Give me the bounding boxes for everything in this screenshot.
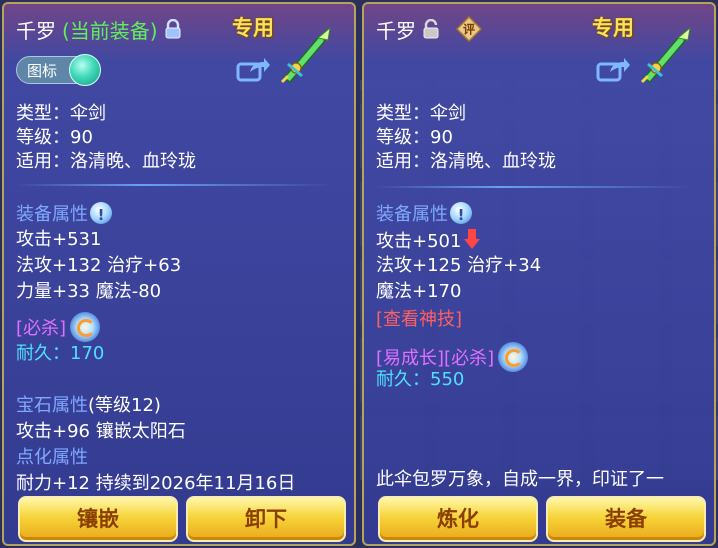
item-applicable: 适用：洛清晚、血玲珑 [16, 151, 196, 172]
item-title: 千罗 (当前装备) [16, 14, 182, 44]
gem-stat: 攻击+96 镶嵌太阳石 [16, 421, 186, 442]
gem-attr-title: 宝石属性 [16, 395, 88, 416]
exclusive-label: 专用 [592, 16, 634, 40]
attack-stat: 攻击+501 [376, 231, 462, 252]
stat-line-2: 法攻+132 治疗+63 [16, 255, 182, 276]
evaluate-icon[interactable]: 评 [455, 15, 483, 43]
weapon-icon [274, 24, 336, 86]
durability: 耐久：170 [16, 343, 105, 364]
share-icon[interactable] [236, 58, 270, 82]
svg-text:评: 评 [463, 23, 475, 37]
item-name: 千罗 [16, 18, 56, 43]
toggle-knob [69, 54, 101, 86]
item-type: 类型：伞剑 [376, 103, 466, 124]
gem-attr-section: 宝石属性(等级12) [16, 394, 161, 418]
equipped-status: (当前装备) [62, 18, 158, 43]
info-icon[interactable] [90, 202, 112, 227]
lock-icon[interactable] [164, 18, 182, 39]
gem-level: (等级12) [88, 395, 161, 416]
equip-attr-title: 装备属性 [376, 204, 448, 225]
durability: 耐久：550 [376, 369, 465, 390]
item-level: 等级：90 [376, 127, 453, 148]
inlay-button[interactable]: 镶嵌 [18, 496, 178, 542]
stat-line-3: 魔法+170 [376, 281, 462, 302]
skill-swirl-icon[interactable] [498, 342, 529, 372]
item-title: 千罗 评 [376, 14, 483, 44]
dianhua-stat: 耐力+12 持续到2026年11月16日 [16, 473, 296, 494]
current-equipment-panel: 千罗 (当前装备) 专用 图标 类型：伞剑 等级：90 适用：洛清晚、血玲珑 装备… [2, 2, 356, 546]
compare-equipment-panel: 千罗 评 专用 类型：伞剑 等级：90 适用：洛清晚、血玲珑 装备属性 攻击+5… [362, 2, 716, 546]
equip-attr-title: 装备属性 [16, 204, 88, 225]
item-name: 千罗 [376, 18, 416, 43]
equip-button[interactable]: 装备 [546, 496, 706, 542]
dianhua-title: 点化属性 [16, 447, 88, 468]
equip-attr-section: 装备属性 [16, 202, 112, 227]
exclusive-label: 专用 [232, 16, 274, 40]
unequip-button[interactable]: 卸下 [186, 496, 346, 542]
special-skill[interactable]: [必杀] [16, 318, 66, 339]
stat-line-2: 法攻+125 治疗+34 [376, 255, 542, 276]
divider [374, 186, 694, 188]
stat-line-3: 力量+33 魔法-80 [16, 281, 162, 302]
view-divine-skill-link[interactable]: [查看神技] [376, 308, 462, 332]
info-icon[interactable] [450, 202, 472, 227]
equip-attr-section: 装备属性 [376, 202, 472, 227]
special-skill[interactable]: [易成长][必杀] [376, 348, 494, 369]
refine-button[interactable]: 炼化 [378, 496, 538, 542]
share-icon[interactable] [596, 58, 630, 82]
item-description: 此伞包罗万象，自成一界，印证了一 [376, 469, 664, 490]
skill-swirl-icon[interactable] [70, 312, 101, 342]
unlock-icon[interactable] [422, 18, 440, 39]
stat-line-1: 攻击+501 [376, 228, 481, 257]
icon-toggle-label: 图标 [27, 62, 58, 80]
icon-toggle[interactable]: 图标 [16, 54, 101, 86]
item-applicable: 适用：洛清晚、血玲珑 [376, 151, 556, 172]
divider [14, 184, 334, 186]
stat-line-1: 攻击+531 [16, 229, 102, 250]
weapon-icon [634, 24, 696, 86]
item-level: 等级：90 [16, 127, 93, 148]
special-skill-row: [必杀] [16, 312, 101, 342]
down-arrow-icon [463, 228, 481, 257]
item-type: 类型：伞剑 [16, 103, 106, 124]
